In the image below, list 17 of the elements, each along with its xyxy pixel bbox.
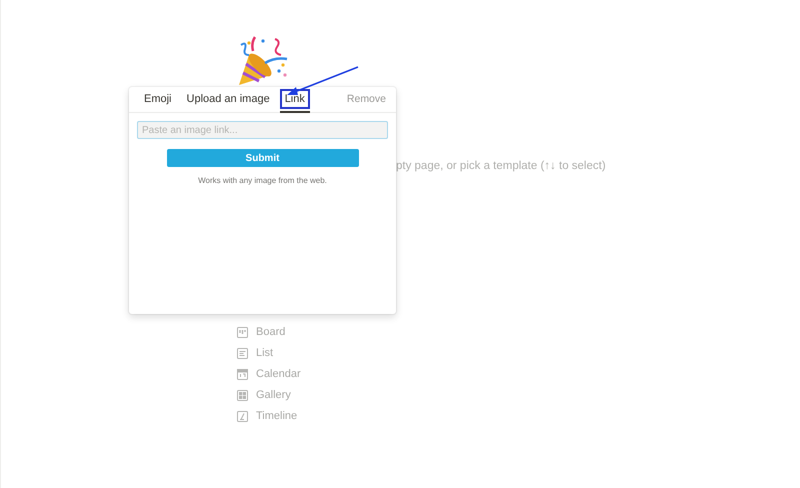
template-item[interactable]: Board	[237, 324, 301, 341]
template-hint: pty page, or pick a template (↑↓ to select)	[396, 159, 606, 174]
list-icon	[237, 348, 248, 359]
template-item[interactable]: List	[237, 345, 301, 362]
remove-button[interactable]: Remove	[346, 92, 386, 108]
gallery-icon	[237, 390, 248, 401]
submit-button[interactable]: Submit	[166, 149, 358, 167]
image-link-field[interactable]: Paste an image link...	[137, 121, 388, 139]
timeline-icon	[237, 411, 248, 422]
template-item[interactable]: Gallery	[237, 387, 301, 404]
helper-text: Works with any image from the web.	[198, 175, 327, 187]
calendar-icon	[237, 369, 248, 380]
popup-tab[interactable]: Emoji	[139, 86, 177, 112]
board-icon	[237, 327, 248, 338]
template-item[interactable]: Timeline	[237, 408, 301, 425]
template-item[interactable]: Calendar	[237, 366, 301, 383]
popup-tab[interactable]: Upload an image	[182, 86, 275, 112]
